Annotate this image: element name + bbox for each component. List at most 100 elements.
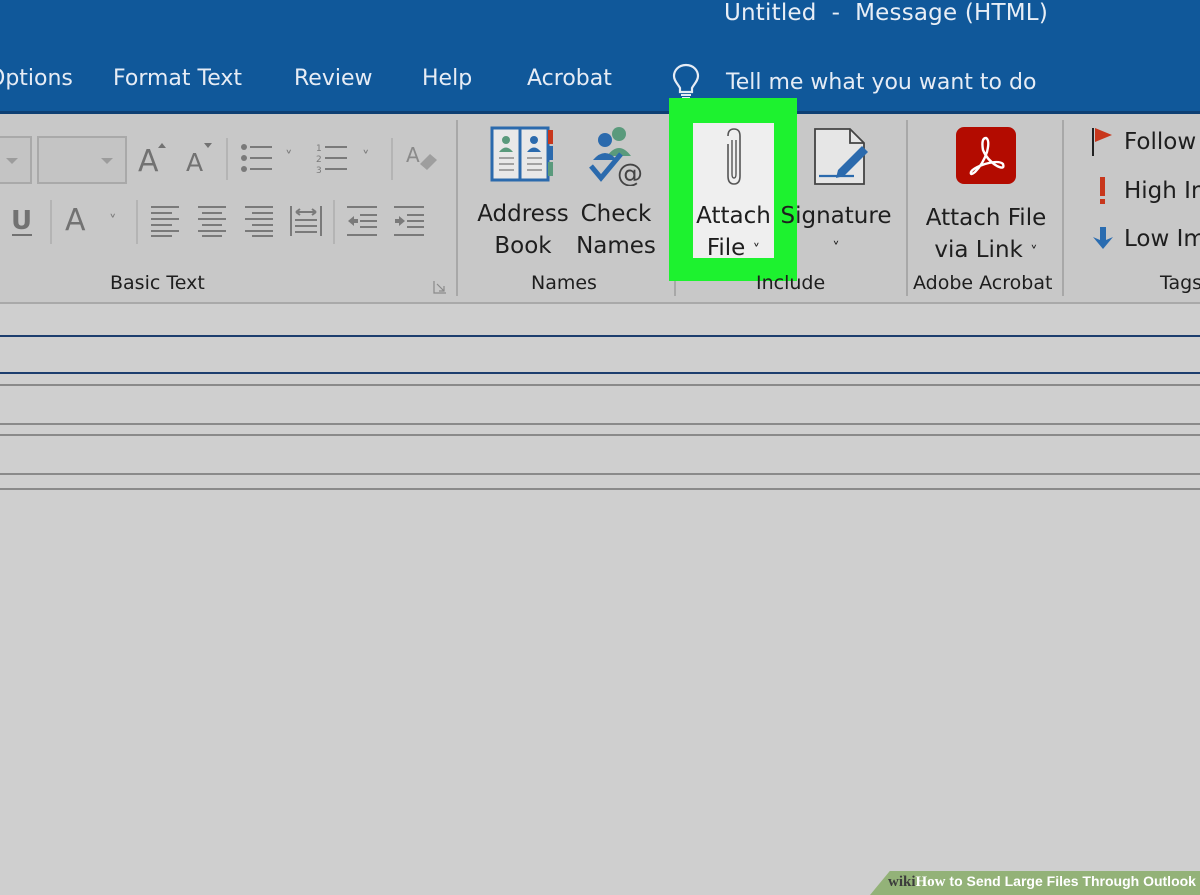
justify-button[interactable] — [290, 205, 322, 241]
to-field-border — [0, 372, 1200, 374]
svg-text:A: A — [138, 144, 159, 176]
grow-font-icon: A — [138, 143, 166, 179]
signature-icon — [814, 128, 868, 185]
lightbulb-icon — [672, 63, 700, 99]
numbering-button[interactable]: 1 2 3 — [315, 142, 349, 178]
follow-up-button[interactable]: Follow Up — [1090, 126, 1200, 158]
underline-button[interactable]: U — [10, 203, 34, 241]
group-label-names: Names — [531, 272, 597, 294]
window-title: Untitled - Message (HTML) — [724, 0, 1048, 26]
group-label-adobe-acrobat: Adobe Acrobat — [913, 272, 1053, 294]
increase-indent-button[interactable] — [393, 205, 425, 241]
font-color-button[interactable]: A — [65, 200, 93, 240]
ribbon-border — [0, 302, 1200, 304]
svg-text:A: A — [406, 143, 420, 167]
address-book-icon — [490, 126, 553, 182]
attach-file-button[interactable]: Attach File ˅ — [693, 126, 774, 266]
tab-help[interactable]: Help — [422, 66, 472, 91]
check-names-icon: @ — [589, 127, 643, 189]
clear-formatting-icon: A — [406, 143, 437, 170]
attach-file-label-2: File ˅ — [706, 235, 761, 261]
signature-button[interactable]: Signature ˅ — [781, 126, 892, 264]
grow-font-button[interactable]: A — [138, 140, 168, 180]
group-separator — [456, 120, 458, 296]
signature-label: Signature — [780, 203, 892, 229]
acrobat-icon — [956, 127, 1016, 184]
group-label-basic-text: Basic Text — [110, 272, 205, 294]
group-separator — [1062, 120, 1064, 296]
cc-field[interactable] — [0, 386, 1200, 423]
high-importance-label: High Importance — [1124, 178, 1200, 204]
justify-icon — [290, 206, 322, 236]
bullets-button[interactable] — [240, 142, 274, 178]
font-name-dropdown[interactable] — [0, 136, 32, 184]
tell-me-search[interactable]: Tell me what you want to do — [668, 62, 1036, 102]
cc-field-border — [0, 423, 1200, 425]
check-names-label-2: Names — [576, 233, 656, 259]
address-book-label-1: Address — [477, 201, 569, 227]
font-color-dropdown-chevron[interactable]: ˅ — [109, 212, 117, 230]
group-label-include: Include — [756, 272, 826, 294]
align-right-button[interactable] — [244, 205, 274, 241]
to-field[interactable] — [0, 337, 1200, 372]
check-names-button[interactable]: @ Check Names — [575, 124, 657, 262]
follow-up-label: Follow Up — [1124, 129, 1200, 155]
low-importance-label: Low Importance — [1124, 226, 1200, 252]
align-left-icon — [151, 206, 179, 237]
center-button[interactable] — [197, 205, 227, 241]
bullets-icon — [241, 144, 272, 172]
underline-icon: U — [11, 206, 32, 236]
decrease-indent-button[interactable] — [346, 205, 378, 241]
check-names-label-1: Check — [580, 201, 652, 227]
title-bar: Untitled - Message (HTML) Options Format… — [0, 0, 1200, 112]
align-center-icon — [198, 206, 226, 237]
low-importance-button[interactable]: Low Importance — [1090, 223, 1200, 255]
numbering-dropdown-chevron[interactable]: ˅ — [362, 148, 370, 166]
watermark-text: wikiHow to Send Large Files Through Outl… — [888, 873, 1196, 890]
svg-text:2: 2 — [316, 155, 322, 165]
tell-me-text: Tell me what you want to do — [726, 69, 1037, 95]
attach-file-via-link-label-1: Attach File — [925, 205, 1047, 231]
separator — [50, 200, 52, 244]
tab-acrobat[interactable]: Acrobat — [527, 66, 612, 91]
svg-text:1: 1 — [316, 144, 322, 154]
attach-file-via-link-chevron[interactable]: ˅ — [1030, 243, 1038, 261]
exclamation-icon — [1100, 177, 1105, 204]
flag-icon — [1092, 128, 1112, 156]
svg-text:A: A — [65, 203, 86, 236]
increase-indent-icon — [394, 206, 424, 236]
svg-text:U: U — [11, 206, 32, 236]
subject-field[interactable] — [0, 436, 1200, 473]
attach-file-label-1: Attach — [696, 203, 771, 229]
attach-file-via-link-button[interactable]: Attach File via Link ˅ — [916, 126, 1056, 268]
bullets-dropdown-chevron[interactable]: ˅ — [285, 148, 293, 166]
basic-text-dialog-launcher[interactable] — [433, 279, 447, 298]
numbering-icon: 1 2 3 — [316, 144, 347, 176]
decrease-indent-icon — [347, 206, 377, 236]
font-size-dropdown[interactable] — [37, 136, 127, 184]
attach-file-chevron[interactable]: ˅ — [753, 241, 761, 259]
align-right-icon — [245, 206, 273, 237]
message-body[interactable] — [0, 490, 1200, 870]
separator — [333, 200, 335, 244]
address-book-button[interactable]: Address Book — [474, 124, 572, 262]
high-importance-button[interactable]: High Importance — [1090, 175, 1200, 207]
address-book-label-2: Book — [494, 233, 552, 259]
subject-field-border — [0, 473, 1200, 475]
signature-chevron[interactable]: ˅ — [780, 232, 892, 264]
separator — [136, 200, 138, 244]
group-separator — [906, 120, 908, 296]
font-color-icon: A — [65, 203, 86, 238]
tab-review[interactable]: Review — [294, 66, 373, 91]
group-label-tags: Tags — [1160, 272, 1200, 294]
tab-format-text[interactable]: Format Text — [113, 66, 242, 91]
shrink-font-button[interactable]: A — [186, 140, 216, 180]
svg-text:@: @ — [617, 159, 643, 186]
tab-options[interactable]: Options — [0, 66, 73, 91]
separator — [226, 138, 228, 180]
down-arrow-icon — [1093, 227, 1113, 249]
clear-formatting-button[interactable]: A — [406, 140, 440, 180]
attach-file-via-link-label-2: via Link ˅ — [934, 237, 1038, 263]
align-left-button[interactable] — [150, 205, 180, 241]
svg-text:A: A — [186, 148, 203, 176]
